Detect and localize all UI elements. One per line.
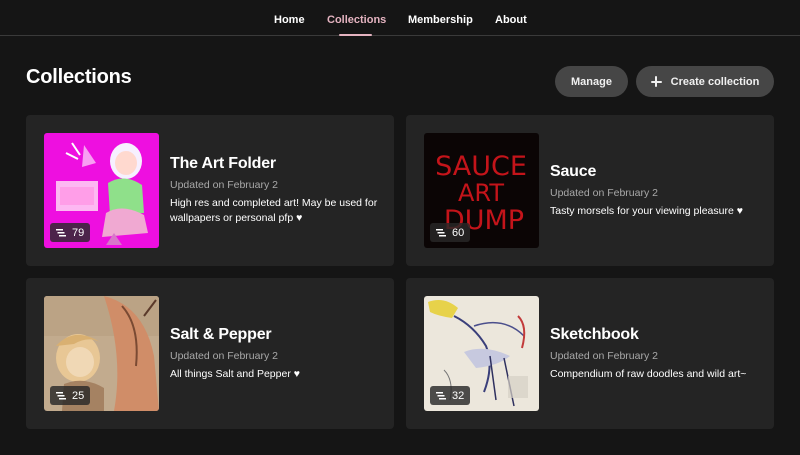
plus-icon	[650, 76, 662, 87]
collection-title: The Art Folder	[170, 155, 276, 172]
stack-icon	[56, 228, 66, 236]
updated-date: Updated on February 2	[550, 350, 658, 362]
thumbnail-text-line: ART	[458, 179, 504, 207]
collection-card-the-art-folder[interactable]: 79 The Art Folder Updated on February 2 …	[26, 115, 394, 266]
nav-collections[interactable]: Collections	[327, 0, 386, 36]
collection-thumbnail[interactable]: 79	[44, 133, 159, 248]
updated-date: Updated on February 2	[170, 179, 278, 191]
collection-card-sketchbook[interactable]: 32 Sketchbook Updated on February 2 Comp…	[406, 278, 774, 429]
active-tab-indicator	[339, 34, 372, 36]
item-count: 32	[452, 389, 465, 402]
stack-icon	[56, 391, 66, 399]
collection-description: All things Salt and Pepper ♥	[170, 368, 300, 380]
card-text: The Art Folder Updated on February 2 Hig…	[170, 155, 380, 226]
collection-thumbnail[interactable]: SAUCE ART DUMP 60	[424, 133, 539, 248]
collection-card-sauce[interactable]: SAUCE ART DUMP 60 Sauce Updated on Febru…	[406, 115, 774, 266]
top-navigation: Home Collections Membership About	[0, 0, 800, 36]
page-title: Collections	[26, 66, 132, 88]
thumbnail-text-line: SAUCE	[435, 151, 527, 182]
stack-icon	[436, 228, 446, 236]
create-collection-label: Create collection	[670, 75, 760, 88]
collection-description: Compendium of raw doodles and wild art~	[550, 368, 747, 380]
collection-thumbnail[interactable]: 32	[424, 296, 539, 411]
collection-thumbnail[interactable]: 25	[44, 296, 159, 411]
item-count: 60	[452, 226, 465, 239]
collection-title: Salt & Pepper	[170, 326, 272, 343]
collection-title: Sauce	[550, 163, 597, 180]
collection-description: High res and completed art! May be used …	[170, 197, 378, 224]
card-text: Sauce Updated on February 2 Tasty morsel…	[550, 163, 760, 219]
card-text: Salt & Pepper Updated on February 2 All …	[170, 326, 380, 382]
item-count-badge: 32	[430, 386, 471, 405]
nav-about[interactable]: About	[495, 0, 527, 36]
stack-icon	[436, 391, 446, 399]
item-count: 79	[72, 226, 85, 239]
item-count: 25	[72, 389, 85, 402]
collection-description: Tasty morsels for your viewing pleasure …	[550, 205, 743, 217]
updated-date: Updated on February 2	[170, 350, 278, 362]
item-count-badge: 25	[50, 386, 91, 405]
nav-home[interactable]: Home	[274, 0, 305, 36]
manage-button-label: Manage	[571, 75, 612, 88]
card-text: Sketchbook Updated on February 2 Compend…	[550, 326, 760, 382]
collection-card-salt-and-pepper[interactable]: 25 Salt & Pepper Updated on February 2 A…	[26, 278, 394, 429]
nav-membership[interactable]: Membership	[408, 0, 473, 36]
item-count-badge: 60	[430, 223, 471, 242]
collection-title: Sketchbook	[550, 326, 639, 343]
manage-button[interactable]: Manage	[555, 66, 628, 97]
updated-date: Updated on February 2	[550, 187, 658, 199]
item-count-badge: 79	[50, 223, 91, 242]
create-collection-button[interactable]: Create collection	[636, 66, 774, 97]
